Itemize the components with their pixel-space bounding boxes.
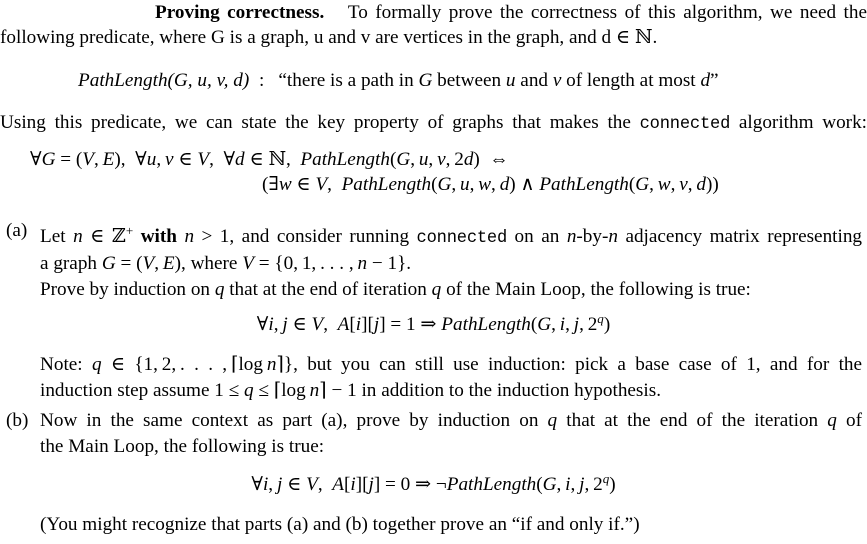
key-property-equation-line1: ∀G = (V, E), ∀u, v ∈ V, ∀d ∈ ℕ, PathLeng…: [30, 146, 509, 173]
part-a-line3: Prove by induction on q that at the end …: [40, 278, 751, 300]
part-a-line1-a: Let n ∈ ℤ+: [40, 223, 134, 247]
part-b-equation-text: ∀i, j ∈ V, A[i][j] = 0 ⇒ ¬PathLength(G, …: [251, 471, 616, 495]
part-a-line1-c: on an n-by-n adjacency matrix representi…: [514, 225, 863, 247]
intro-line1-text: To formally prove the correctness of thi…: [347, 2, 867, 23]
part-b-equation: ∀i, j ∈ V, A[i][j] = 0 ⇒ ¬PathLength(G, …: [0, 466, 867, 498]
key-property-intro: Using this predicate, we can state the k…: [0, 110, 867, 138]
part-b-label: (b): [6, 410, 29, 431]
part-a-note-line1: Note: q ∈ {1, 2, . . . , ⌈log n⌉}, but y…: [40, 354, 863, 375]
part-a-line1-ineq: n > 1, and consider running: [184, 225, 410, 247]
part-a-line1: Let n ∈ ℤ+ with n > 1, and consider runn…: [40, 218, 862, 251]
key-property-equation-line2: (∃w ∈ V, PathLength(G, u, w, d) ∧ PathLe…: [262, 172, 719, 198]
predicate-args: (G, u, v, d): [167, 70, 250, 91]
part-b-closing-gutter: [6, 512, 40, 538]
part-a: (a) Let n ∈ ℤ+ with n > 1, and consider …: [6, 218, 862, 302]
key-property-eq1-text: ∀G = (V, E), ∀u, v ∈ V, ∀d ∈ ℕ, PathLeng…: [30, 147, 509, 170]
part-b-closing: (You might recognize that parts (a) and …: [6, 512, 862, 538]
predicate-name-args: PathLength(G, u, v, d): [78, 70, 254, 91]
part-b-line2: the Main Loop, the following is true:: [40, 435, 325, 457]
document-page: Proving correctness. To formally prove t…: [0, 0, 867, 544]
intro-line2: following predicate, where G is a graph,…: [0, 25, 867, 51]
intro-paragraph: Proving correctness. To formally prove t…: [0, 0, 867, 26]
part-a-label: (a): [6, 220, 28, 241]
predicate-separator: :: [259, 70, 265, 91]
intro-lead-in: Proving correctness.: [155, 2, 325, 23]
part-b: (b) Now in the same context as part (a),…: [6, 408, 862, 459]
predicate-name: PathLength: [78, 70, 168, 91]
part-a-line2: a graph G = (V, E), where V = {0, 1, . .…: [40, 253, 412, 275]
key-property-intro-before: Using this predicate, we can state the k…: [0, 112, 631, 133]
connected-code-inline: connected: [639, 115, 731, 134]
part-a-equation-text: ∀i, j ∈ V, A[i][j] = 1 ⇒ PathLength(G, i…: [256, 311, 611, 335]
part-b-closing-text: (You might recognize that parts (a) and …: [40, 514, 640, 535]
part-b-line1: Now in the same context as part (a), pro…: [40, 410, 862, 431]
part-a-with-bold: with: [140, 225, 177, 247]
part-a-equation: ∀i, j ∈ V, A[i][j] = 1 ⇒ PathLength(G, i…: [0, 306, 867, 338]
part-a-connected-code: connected: [416, 228, 508, 248]
predicate-definition: PathLength(G, u, v, d) : “there is a pat…: [0, 68, 867, 94]
part-a-note-line2: induction step assume 1 ≤ q ≤ ⌈log n⌉ − …: [40, 379, 661, 401]
part-a-note: Note: q ∈ {1, 2, . . . , ⌈log n⌉}, but y…: [6, 352, 862, 403]
intro-line2-text: following predicate, where G is a graph,…: [0, 27, 658, 48]
predicate-description: “there is a path in G between u and v of…: [278, 70, 719, 91]
part-a-note-gutter: [6, 352, 40, 378]
key-property-intro-after: algorithm work:: [738, 112, 867, 133]
key-property-eq2-text: (∃w ∈ V, PathLength(G, u, w, d) ∧ PathLe…: [262, 174, 719, 195]
